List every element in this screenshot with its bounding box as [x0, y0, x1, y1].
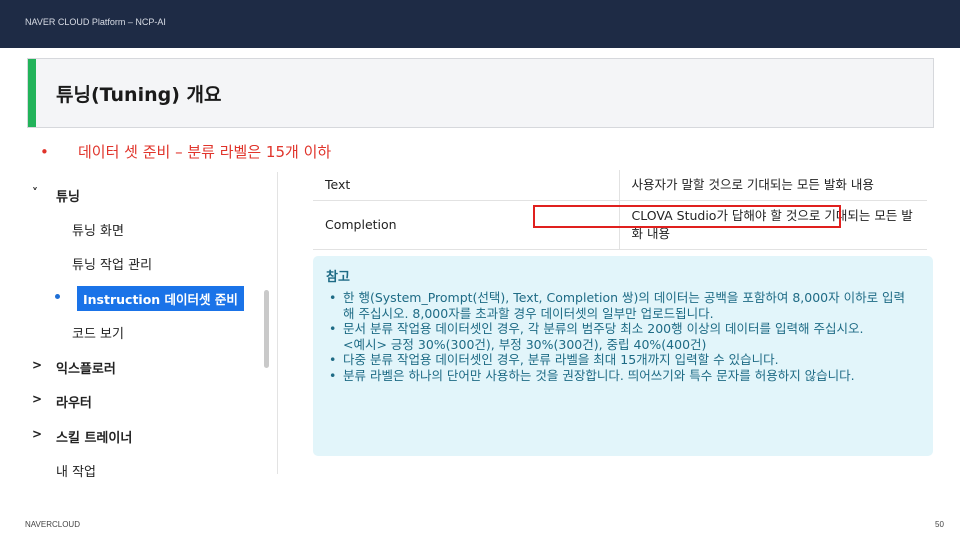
chevron-down-icon[interactable]: ˅: [32, 186, 38, 200]
note-list: • 한 행(System_Prompt(선택), Text, Completion…: [327, 290, 907, 383]
table-row: Text 사용자가 말할 것으로 기대되는 모든 발화 내용: [313, 170, 927, 201]
sidebar-item-code-view[interactable]: 코드 보기: [72, 323, 124, 342]
sidebar-item-tuning[interactable]: 튜닝: [56, 186, 80, 205]
active-bullet-icon: [55, 294, 60, 299]
top-header-bar: NAVER CLOUD Platform – NCP-AI: [0, 0, 960, 48]
note-item: • 다중 분류 작업용 데이터셋인 경우, 분류 라벨을 최대 15개까지 입력할…: [329, 352, 779, 367]
highlight-box: [533, 205, 841, 228]
slide-title-box: 튜닝(Tuning) 개요: [27, 58, 934, 128]
sidebar-item-tuning-jobs[interactable]: 튜닝 작업 관리: [72, 254, 152, 273]
brand-text: NAVER CLOUD Platform – NCP-AI: [25, 17, 166, 27]
note-example: <예시> 긍정 30%(300건), 부정 30%(300건), 중립 40%(…: [343, 336, 707, 352]
page-number: 50: [935, 520, 944, 529]
sidebar-item-tuning-screen[interactable]: 튜닝 화면: [72, 220, 124, 239]
note-title: 참고: [326, 270, 350, 285]
chevron-right-icon[interactable]: >: [32, 358, 42, 372]
chevron-right-icon[interactable]: >: [32, 427, 42, 441]
chevron-right-icon[interactable]: >: [32, 392, 42, 406]
table-cell-value: 사용자가 말할 것으로 기대되는 모든 발화 내용: [619, 170, 927, 201]
note-item: • 한 행(System_Prompt(선택), Text, Completion…: [329, 290, 906, 321]
slide-title: 튜닝(Tuning) 개요: [56, 84, 222, 106]
sidebar-item-explorer[interactable]: 익스플로러: [56, 358, 116, 377]
bullet-icon: •: [329, 321, 337, 336]
note-item: • 분류 라벨은 하나의 단어만 사용하는 것을 권장합니다. 띄어쓰기와 특수 …: [329, 367, 855, 383]
bullet-icon: •: [329, 367, 337, 383]
footer-brand: NAVERCLOUD: [25, 520, 80, 529]
bullet-icon: •: [329, 290, 337, 305]
subtitle-text: 데이터 셋 준비 – 분류 라벨은 15개 이하: [78, 143, 332, 161]
sidebar-item-instruction-dataset[interactable]: Instruction 데이터셋 준비: [77, 286, 244, 311]
sidebar-scrollbar[interactable]: [264, 290, 269, 368]
title-accent-bar: [28, 59, 36, 127]
bullet-icon: •: [40, 143, 49, 161]
bullet-icon: •: [329, 352, 337, 367]
slide-subtitle: • 데이터 셋 준비 – 분류 라벨은 15개 이하: [40, 141, 331, 162]
table-cell-key: Text: [313, 170, 620, 201]
sidebar-item-router[interactable]: 라우터: [56, 392, 92, 411]
note-box: 참고 • 한 행(System_Prompt(선택), Text, Complet…: [313, 256, 933, 456]
sidebar-item-skill-trainer[interactable]: 스킬 트레이너: [56, 427, 132, 446]
sidebar: ˅ 튜닝 튜닝 화면 튜닝 작업 관리 Instruction 데이터셋 준비 …: [20, 172, 278, 480]
note-item: • 문서 분류 작업용 데이터셋인 경우, 각 분류의 범주당 최소 200행 이…: [329, 321, 864, 336]
sidebar-item-my-jobs[interactable]: 내 작업: [56, 461, 96, 480]
